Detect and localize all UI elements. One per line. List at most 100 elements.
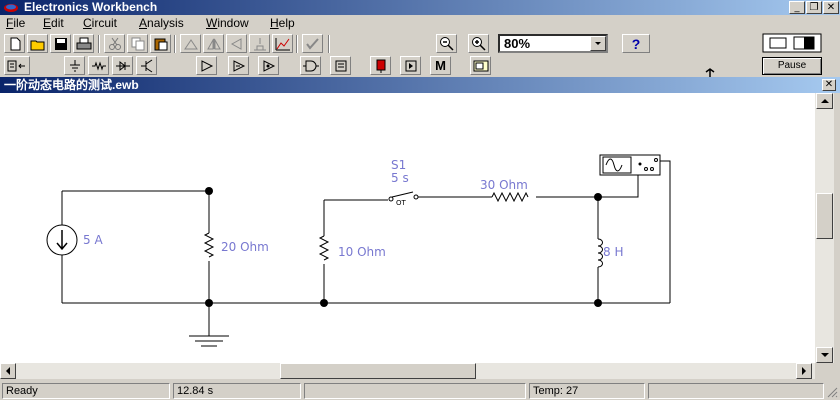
time-delay-switch[interactable]: OT	[388, 191, 419, 207]
indicators-button[interactable]	[370, 56, 391, 75]
save-button[interactable]	[50, 34, 71, 53]
scope-wire-a	[598, 175, 639, 198]
logic-gates-icon	[302, 60, 319, 71]
resistor-r3[interactable]	[491, 191, 529, 203]
app-title: Electronics Workbench	[24, 0, 158, 14]
controls-icon	[405, 60, 416, 71]
menu-help[interactable]: Help	[270, 16, 295, 31]
digital-icon	[335, 60, 346, 71]
chevron-down-icon	[820, 353, 829, 357]
document-title: 一阶动态电路的测试.ewb	[4, 78, 139, 92]
menu-bar: File Edit Circuit Analysis Window Help	[0, 15, 840, 32]
diodes-button[interactable]	[112, 56, 133, 75]
toolbar-separator	[174, 35, 176, 53]
zoom-value: 80%	[504, 36, 531, 51]
analog-ics-button[interactable]	[196, 56, 217, 75]
inductor-l1[interactable]	[597, 238, 603, 268]
component-properties-button[interactable]	[249, 34, 270, 53]
vertical-scrollbar[interactable]	[815, 93, 834, 363]
switch-name-label: S1	[391, 158, 406, 172]
status-panel-blank	[304, 383, 526, 399]
circuit-schematic[interactable]: OT 5 A 20 Ohm 10 Ohm 30 Ohm 8 H S1 5 s	[0, 93, 815, 363]
restore-button[interactable]: ❐	[806, 1, 822, 14]
resistor-r1[interactable]	[203, 232, 215, 258]
cut-button[interactable]	[104, 34, 125, 53]
new-file-button[interactable]	[4, 34, 25, 53]
pause-button[interactable]: Pause	[762, 57, 822, 75]
current-source[interactable]	[46, 224, 78, 256]
menu-file[interactable]: File	[6, 16, 25, 31]
inductor-label: 8 H	[603, 245, 623, 259]
create-subcircuit-button[interactable]	[302, 34, 323, 53]
menu-window[interactable]: Window	[206, 16, 249, 31]
instruments-button[interactable]	[470, 56, 491, 75]
resistor-r2[interactable]	[318, 235, 330, 261]
flip-vertical-icon	[230, 37, 241, 50]
resize-grip-icon[interactable]	[826, 386, 838, 398]
scroll-left-button[interactable]	[0, 363, 16, 379]
sources-button[interactable]	[64, 56, 85, 75]
zoom-out-button[interactable]	[436, 34, 457, 53]
menu-analysis[interactable]: Analysis	[139, 16, 184, 31]
open-folder-icon	[30, 40, 44, 50]
rotate-button[interactable]	[180, 34, 201, 53]
basic-components-button[interactable]	[88, 56, 109, 75]
rotate-icon	[183, 38, 198, 49]
scroll-down-button[interactable]	[816, 347, 833, 363]
power-switch-button[interactable]	[762, 33, 822, 53]
circuit-canvas[interactable]: OT 5 A 20 Ohm 10 Ohm 30 Ohm 8 H S1 5 s	[0, 93, 815, 363]
vertical-scroll-thumb[interactable]	[816, 193, 833, 239]
zoom-select[interactable]: 80%	[498, 34, 608, 53]
zoom-out-icon	[439, 36, 454, 51]
switch-tag: OT	[396, 199, 407, 207]
flip-vertical-button[interactable]	[226, 34, 247, 53]
graph-button[interactable]	[272, 34, 293, 53]
transistors-button[interactable]	[136, 56, 157, 75]
logic-gates-button[interactable]	[300, 56, 321, 75]
horizontal-scrollbar[interactable]	[0, 363, 815, 379]
miscellaneous-button[interactable]: M	[430, 56, 451, 75]
chevron-up-icon	[820, 99, 829, 103]
oscilloscope[interactable]	[599, 154, 661, 176]
status-bar: Ready 12.84 s Temp: 27	[0, 381, 840, 400]
copy-button[interactable]	[127, 34, 148, 53]
parts-bin-menu-icon	[7, 60, 25, 71]
menu-edit[interactable]: Edit	[43, 16, 64, 31]
controls-button[interactable]	[400, 56, 421, 75]
app-logo-icon	[4, 4, 18, 12]
digital-ics-button[interactable]	[258, 56, 279, 75]
open-button[interactable]	[27, 34, 48, 53]
document-close-button[interactable]: ✕	[822, 79, 836, 91]
chevron-down-icon	[595, 42, 601, 45]
zoom-dropdown-button[interactable]	[590, 36, 606, 51]
menu-circuit[interactable]: Circuit	[83, 16, 117, 31]
graph-icon	[275, 37, 290, 50]
help-button[interactable]: ?	[622, 34, 650, 53]
parts-bin-menu-button[interactable]	[4, 56, 30, 75]
scroll-up-button[interactable]	[816, 93, 833, 109]
cut-icon	[108, 37, 121, 50]
switch-time-label: 5 s	[391, 171, 409, 185]
main-toolbar: ?	[0, 34, 760, 54]
digital-ics-icon	[263, 59, 275, 72]
status-ready: Ready	[2, 383, 170, 399]
component-properties-icon	[253, 37, 266, 50]
scope-wire-b	[660, 160, 671, 303]
zoom-in-button[interactable]	[468, 34, 489, 53]
mixed-ics-button[interactable]	[228, 56, 249, 75]
minimize-button[interactable]: _	[789, 1, 805, 14]
digital-button[interactable]	[330, 56, 351, 75]
document-title-bar: 一阶动态电路的测试.ewb ✕	[0, 77, 840, 93]
toolbar-separator	[296, 35, 298, 53]
app-title-bar: Electronics Workbench _ ❐ ✕	[0, 0, 840, 15]
toolbar-separator	[98, 35, 100, 53]
flip-horizontal-button[interactable]	[203, 34, 224, 53]
parts-bin-toolbar: M	[0, 56, 760, 76]
chevron-right-icon	[802, 367, 806, 375]
close-button[interactable]: ✕	[823, 1, 839, 14]
scroll-right-button[interactable]	[796, 363, 812, 379]
create-subcircuit-icon	[305, 37, 319, 50]
horizontal-scroll-thumb[interactable]	[280, 363, 476, 379]
print-button[interactable]	[73, 34, 94, 53]
paste-button[interactable]	[150, 34, 171, 53]
